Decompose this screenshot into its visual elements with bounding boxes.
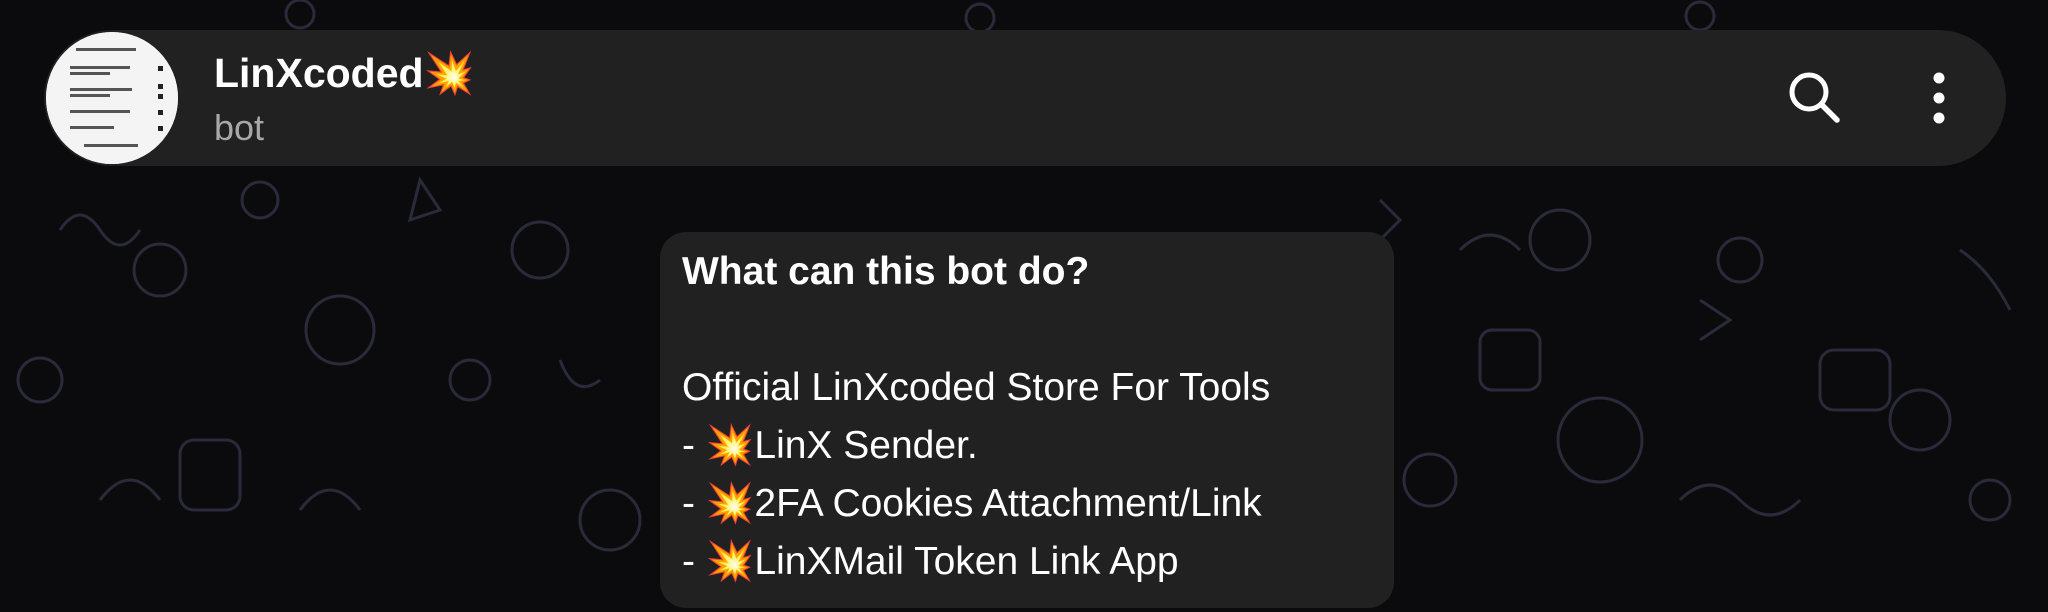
intro-heading: What can this bot do?	[682, 250, 1090, 293]
more-options-button[interactable]	[1906, 65, 1972, 131]
intro-spacer	[682, 300, 1372, 359]
chat-header[interactable]: LinXcoded💥 bot	[44, 30, 2006, 166]
chat-subtitle: bot	[214, 107, 265, 148]
bot-intro-message: What can this bot do? Official LinXcoded…	[660, 232, 1394, 608]
intro-line: - 💥LinX Sender.	[682, 424, 978, 467]
bot-profile-document-icon	[46, 32, 178, 164]
intro-line: - 💥2FA Cookies Attachment/Link	[682, 482, 1262, 525]
intro-line: Official LinXcoded Store For Tools	[682, 366, 1271, 409]
search-icon	[1789, 72, 1840, 123]
chat-title-area[interactable]: LinXcoded💥 bot	[214, 48, 475, 150]
bot-avatar[interactable]	[46, 32, 178, 164]
intro-line: - 💥LinXMail Token Link App	[682, 540, 1179, 583]
chat-title: LinXcoded💥	[214, 50, 475, 96]
more-vertical-icon	[1933, 72, 1945, 124]
search-button[interactable]	[1782, 65, 1848, 131]
